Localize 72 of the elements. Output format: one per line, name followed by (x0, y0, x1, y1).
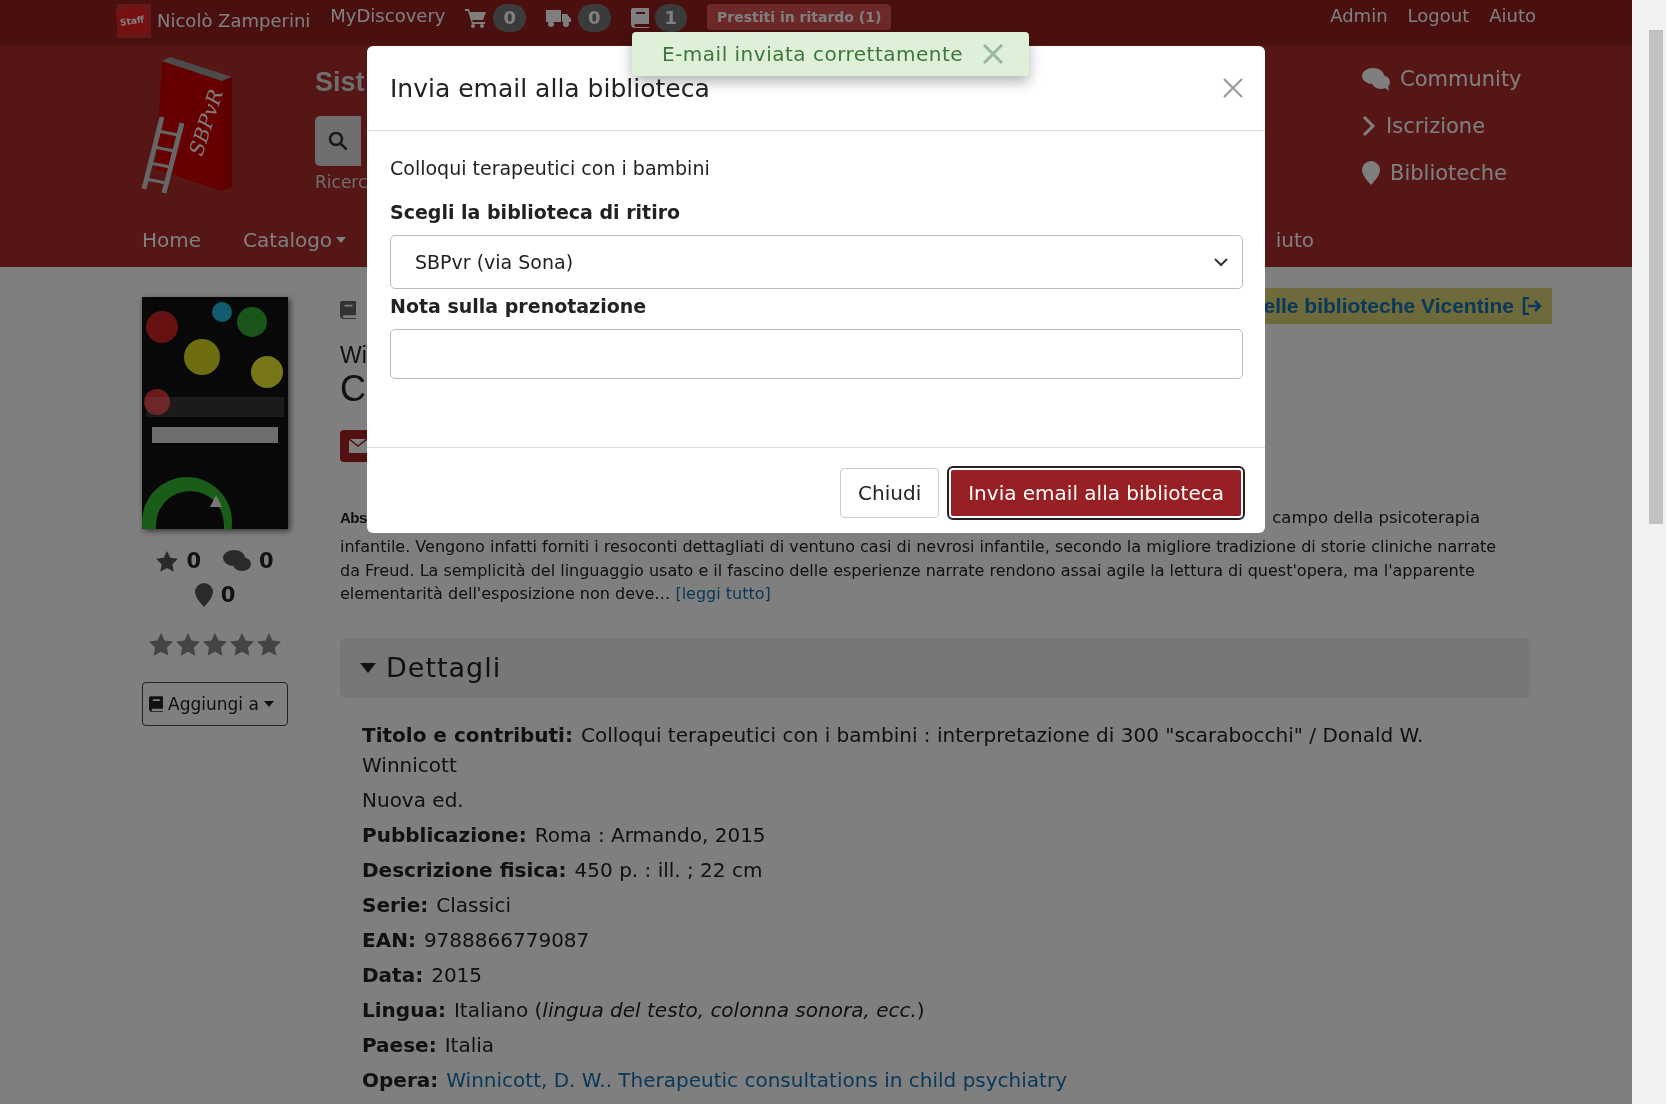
detail-text: Descrizione fisica: 450 p. : ill. ; 22 cm (362, 856, 764, 884)
count: 0 (259, 549, 274, 573)
send-button[interactable]: Invia email alla biblioteca (949, 468, 1243, 518)
detail-text: Nuova ed. (362, 786, 465, 814)
field-label: Nota sulla prenotazione (390, 295, 648, 317)
library-select[interactable]: SBPvr (via Sona) (390, 235, 1243, 289)
count-badge[interactable]: 0 (578, 4, 611, 32)
nav-menu-item[interactable]: iuto (1275, 228, 1314, 252)
record-title: C (340, 370, 366, 408)
overdue-button[interactable]: Prestiti in ritardo (1) (707, 4, 892, 30)
book-icon (630, 8, 649, 28)
chevron-right-icon (1362, 115, 1376, 137)
staff-badge: Staff (115, 6, 149, 36)
nav-menu-item[interactable]: Home (142, 228, 202, 252)
abstract-text: infantile. Vengono infatti forniti i resoconti dettagliati di ventuno casi di nevrosi infantile, secondo la migliore tradizione di storie cliniche narrate da Freud. La semplicità del linguaggio usato e il fascino delle esperienze narrate rendono assai agile la lettura di quest'opera, ma l'apparente elementarità dell'esposizione non deve… [leggi tutto] (340, 536, 1498, 605)
nav-link[interactable]: Admin (1330, 4, 1388, 28)
exit-icon (1522, 297, 1542, 315)
nav-menu-item[interactable]: Catalogo (243, 228, 347, 252)
book-icon (340, 301, 356, 319)
field-label: Scegli la biblioteca di ritiro (390, 201, 682, 223)
site-title: Sist (315, 67, 365, 98)
email-button[interactable] (340, 430, 367, 462)
header-link[interactable]: Biblioteche (1390, 161, 1508, 185)
detail-text: Titolo e contributi: Colloqui terapeutici con i bambini : interpretazione di 300 "scarabocchi" / Donald W. Winnicott (362, 721, 1425, 779)
read-more-link[interactable]: [leggi tutto] (675, 584, 771, 603)
detail-text: Serie: Classici (362, 891, 512, 919)
count: 0 (186, 549, 201, 573)
chat-bubbles-icon (223, 549, 251, 573)
details-header[interactable]: Dettagli (340, 637, 1530, 698)
search-button[interactable] (315, 116, 361, 166)
close-button[interactable]: Chiudi (840, 468, 940, 518)
count: 0 (220, 583, 236, 607)
detail-text: Data: 2015 (362, 961, 484, 989)
record-author: Wi (340, 341, 367, 370)
map-pin-icon (194, 583, 213, 607)
count-badge[interactable]: 1 (654, 4, 688, 32)
add-to-button[interactable]: Aggiungi a (142, 682, 288, 726)
count-badge[interactable]: 0 (493, 4, 526, 32)
chat-bubbles-icon (1362, 67, 1390, 91)
close-icon[interactable] (983, 44, 1004, 64)
cart-icon (465, 8, 488, 28)
search-icon (328, 131, 348, 151)
close-icon[interactable] (1223, 78, 1243, 98)
detail-text: Pubblicazione: Roma : Armando, 2015 (362, 821, 767, 849)
search-caption: Ricerc (315, 172, 368, 192)
nav-link[interactable]: Aiuto (1489, 4, 1536, 28)
nav-link[interactable]: MyDiscovery (330, 4, 446, 28)
abstract-text: campo della psicoterapia (1272, 507, 1480, 529)
modal-title: Invia email alla biblioteca (390, 73, 710, 103)
nav-link[interactable]: Logout (1407, 4, 1470, 28)
user-link[interactable]: Nicolò Zamperini (157, 9, 311, 33)
caret-icon (263, 701, 274, 707)
chevron-down-icon (1214, 257, 1228, 267)
note-field[interactable] (390, 329, 1243, 379)
header-link[interactable]: Community (1400, 67, 1522, 91)
caret-icon (336, 237, 347, 243)
detail-text: Paese: Italia (362, 1031, 496, 1059)
abstract-label: Abs (340, 508, 367, 528)
book-title: Colloqui terapeutici con i bambini (390, 157, 711, 179)
work-link[interactable]: Winnicott, D. W.. Therapeutic consultations in child psychiatry (446, 1067, 1067, 1092)
star-rating[interactable] (149, 633, 281, 656)
toast-message: E-mail inviata correttamente (662, 42, 964, 66)
scrollbar-thumb[interactable] (1649, 30, 1663, 524)
map-pin-icon (1362, 161, 1380, 185)
logo-text: SBPvR (183, 86, 228, 159)
truck-icon (546, 8, 572, 28)
field-label: Opera: (362, 1067, 439, 1092)
detail-text: Lingua: Italiano (lingua del testo, colonna sonora, ecc.) (362, 996, 926, 1024)
detail-text: EAN: 9788866779087 (362, 926, 591, 954)
book-icon (149, 696, 163, 712)
star-icon (156, 550, 179, 572)
header-link[interactable]: Iscrizione (1386, 114, 1486, 138)
